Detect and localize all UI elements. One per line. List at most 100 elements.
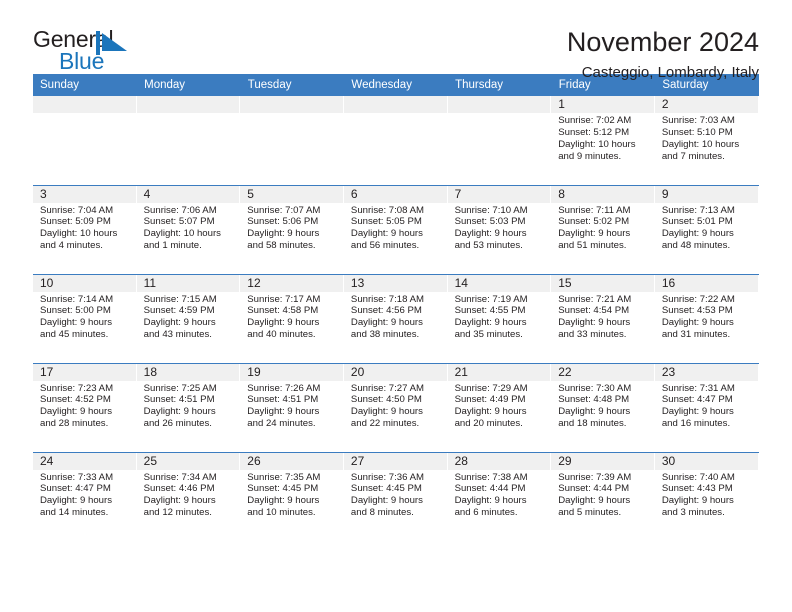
- calendar-day-cell[interactable]: 21 Sunrise: 7:29 AM Sunset: 4:49 PM Dayligh…: [447, 362, 552, 452]
- calendar-day-cell[interactable]: 13 Sunrise: 7:18 AM Sunset: 4:56 PM Dayligh…: [343, 273, 448, 363]
- calendar-day-cell[interactable]: 6 Sunrise: 7:08 AM Sunset: 5:05 PM Daylight…: [343, 184, 448, 274]
- calendar-day-cell[interactable]: 12 Sunrise: 7:17 AM Sunset: 4:58 PM Dayligh…: [240, 273, 344, 363]
- daylight-duration-line1: Daylight: 9 hours: [454, 495, 527, 507]
- calendar-day-cell[interactable]: 18 Sunrise: 7:25 AM Sunset: 4:51 PM Dayligh…: [136, 362, 241, 452]
- calendar-day-cell[interactable]: 19 Sunrise: 7:26 AM Sunset: 4:51 PM Dayligh…: [240, 362, 344, 452]
- daylight-duration-line2: and 7 minutes.: [661, 150, 725, 162]
- sunset-time: Sunset: 4:46 PM: [143, 483, 215, 495]
- day-cell-inner: 26 Sunrise: 7:35 AM Sunset: 4:45 PM Dayligh…: [240, 452, 344, 542]
- calendar-day-cell[interactable]: 1 Sunrise: 7:02 AM Sunset: 5:12 PM Daylight…: [551, 96, 655, 185]
- day-cell-details: Sunrise: 7:15 AM Sunset: 4:59 PM Daylight:…: [137, 292, 241, 342]
- weekday-header-tuesday: Tuesday: [240, 74, 345, 96]
- daylight-duration-line1: Daylight: 10 hours: [143, 228, 221, 240]
- day-cell-details: Sunrise: 7:10 AM Sunset: 5:03 PM Daylight:…: [448, 203, 552, 253]
- sunset-time: Sunset: 4:45 PM: [350, 483, 422, 495]
- sunrise-time: Sunrise: 7:07 AM: [247, 204, 321, 216]
- calendar-day-cell[interactable]: 24 Sunrise: 7:33 AM Sunset: 4:47 PM Dayligh…: [33, 451, 137, 541]
- calendar-day-cell[interactable]: 25 Sunrise: 7:34 AM Sunset: 4:46 PM Dayligh…: [136, 451, 241, 541]
- day-cell-details: Sunrise: 7:35 AM Sunset: 4:45 PM Daylight:…: [240, 470, 344, 520]
- daylight-duration-line2: and 58 minutes.: [247, 240, 316, 252]
- sunset-time: Sunset: 4:52 PM: [40, 394, 111, 406]
- daylight-duration-line2: and 26 minutes.: [143, 418, 212, 430]
- sunset-time: Sunset: 5:01 PM: [661, 216, 733, 228]
- day-cell-inner: 10 Sunrise: 7:14 AM Sunset: 5:00 PM Dayligh…: [33, 274, 137, 363]
- calendar-day-cell[interactable]: 14 Sunrise: 7:19 AM Sunset: 4:55 PM Dayligh…: [447, 273, 552, 363]
- daylight-duration-line2: and 45 minutes.: [40, 329, 109, 341]
- day-cell-details: [137, 113, 241, 115]
- calendar-day-cell-empty: [136, 96, 241, 185]
- weekday-header-sunday: Sunday: [33, 74, 138, 96]
- daylight-duration-line2: and 40 minutes.: [247, 329, 316, 341]
- daylight-duration-line2: and 6 minutes.: [454, 507, 518, 519]
- daylight-duration-line2: and 18 minutes.: [558, 418, 627, 430]
- daylight-duration-line1: Daylight: 9 hours: [143, 317, 216, 329]
- calendar-day-cell[interactable]: 2 Sunrise: 7:03 AM Sunset: 5:10 PM Daylight…: [654, 96, 759, 185]
- calendar-day-cell[interactable]: 15 Sunrise: 7:21 AM Sunset: 4:54 PM Dayligh…: [551, 273, 655, 363]
- day-number: 9: [654, 185, 758, 203]
- calendar-day-cell[interactable]: 26 Sunrise: 7:35 AM Sunset: 4:45 PM Dayligh…: [240, 451, 344, 542]
- page-title: November 2024: [566, 27, 759, 57]
- calendar-day-cell[interactable]: 17 Sunrise: 7:23 AM Sunset: 4:52 PM Dayligh…: [33, 362, 137, 452]
- day-cell-inner: [136, 96, 241, 185]
- calendar-day-cell[interactable]: 22 Sunrise: 7:30 AM Sunset: 4:48 PM Dayligh…: [551, 362, 655, 452]
- day-cell-inner: 16 Sunrise: 7:22 AM Sunset: 4:53 PM Dayligh…: [654, 274, 759, 363]
- day-cell-details: Sunrise: 7:07 AM Sunset: 5:06 PM Daylight:…: [240, 203, 344, 253]
- daylight-duration-line1: Daylight: 9 hours: [558, 317, 631, 329]
- day-number: 20: [343, 363, 447, 381]
- day-cell-details: Sunrise: 7:26 AM Sunset: 4:51 PM Daylight:…: [240, 381, 344, 431]
- calendar-day-cell-empty: [33, 96, 137, 185]
- day-cell-details: Sunrise: 7:04 AM Sunset: 5:09 PM Daylight:…: [33, 203, 137, 253]
- day-number: 8: [551, 185, 654, 203]
- daylight-duration-line2: and 22 minutes.: [350, 418, 420, 430]
- day-cell-details: [344, 113, 448, 115]
- daylight-duration-line1: Daylight: 9 hours: [143, 406, 216, 418]
- day-cell-details: Sunrise: 7:23 AM Sunset: 4:52 PM Daylight:…: [33, 381, 137, 431]
- calendar-day-cell[interactable]: 10 Sunrise: 7:14 AM Sunset: 5:00 PM Dayligh…: [33, 273, 137, 363]
- daylight-duration-line2: and 43 minutes.: [143, 329, 212, 341]
- sunrise-time: Sunrise: 7:30 AM: [558, 382, 632, 394]
- day-cell-details: [240, 113, 344, 115]
- sunrise-time: Sunrise: 7:23 AM: [40, 382, 114, 394]
- calendar-day-cell[interactable]: 30 Sunrise: 7:40 AM Sunset: 4:43 PM Dayligh…: [654, 451, 759, 541]
- calendar-day-cell[interactable]: 7 Sunrise: 7:10 AM Sunset: 5:03 PM Daylight…: [447, 184, 552, 274]
- sunset-time: Sunset: 4:47 PM: [661, 394, 733, 406]
- calendar-day-cell[interactable]: 9 Sunrise: 7:13 AM Sunset: 5:01 PM Daylight…: [654, 184, 759, 274]
- calendar-day-cell[interactable]: 4 Sunrise: 7:06 AM Sunset: 5:07 PM Daylight…: [136, 184, 241, 274]
- day-cell-details: Sunrise: 7:06 AM Sunset: 5:07 PM Daylight:…: [137, 203, 241, 253]
- daylight-duration-line1: Daylight: 9 hours: [40, 495, 112, 507]
- day-cell-details: Sunrise: 7:08 AM Sunset: 5:05 PM Daylight:…: [344, 203, 448, 253]
- sunset-time: Sunset: 4:44 PM: [558, 483, 630, 495]
- calendar-day-cell[interactable]: 3 Sunrise: 7:04 AM Sunset: 5:09 PM Daylight…: [33, 184, 137, 274]
- brand-logo[interactable]: General Blue: [33, 26, 153, 76]
- calendar-day-cell[interactable]: 27 Sunrise: 7:36 AM Sunset: 4:45 PM Dayligh…: [343, 451, 448, 541]
- day-cell-details: Sunrise: 7:03 AM Sunset: 5:10 PM Daylight:…: [655, 113, 759, 163]
- calendar-day-cell[interactable]: 11 Sunrise: 7:15 AM Sunset: 4:59 PM Dayligh…: [136, 273, 241, 363]
- sunset-time: Sunset: 5:10 PM: [661, 126, 733, 138]
- sunset-time: Sunset: 5:03 PM: [454, 216, 526, 228]
- day-cell-inner: [447, 96, 552, 185]
- sunrise-time: Sunrise: 7:10 AM: [454, 204, 528, 216]
- calendar-day-cell[interactable]: 29 Sunrise: 7:39 AM Sunset: 4:44 PM Dayligh…: [551, 451, 655, 541]
- day-number: 10: [33, 274, 136, 292]
- calendar-day-cell[interactable]: 5 Sunrise: 7:07 AM Sunset: 5:06 PM Daylight…: [240, 184, 344, 274]
- sunset-time: Sunset: 4:59 PM: [143, 305, 215, 317]
- daylight-duration-line2: and 9 minutes.: [558, 150, 622, 162]
- day-cell-details: [33, 113, 137, 115]
- sunrise-time: Sunrise: 7:06 AM: [143, 204, 217, 216]
- day-number: [33, 96, 136, 113]
- sunrise-time: Sunrise: 7:33 AM: [40, 471, 114, 483]
- calendar-day-cell[interactable]: 28 Sunrise: 7:38 AM Sunset: 4:44 PM Dayligh…: [447, 451, 552, 541]
- day-cell-details: Sunrise: 7:34 AM Sunset: 4:46 PM Daylight:…: [137, 470, 241, 520]
- sunset-time: Sunset: 4:48 PM: [558, 394, 630, 406]
- sunrise-time: Sunrise: 7:22 AM: [661, 293, 735, 305]
- calendar-day-cell[interactable]: 23 Sunrise: 7:31 AM Sunset: 4:47 PM Dayligh…: [654, 362, 759, 452]
- calendar-day-cell[interactable]: 16 Sunrise: 7:22 AM Sunset: 4:53 PM Dayligh…: [654, 273, 759, 363]
- day-cell-details: Sunrise: 7:30 AM Sunset: 4:48 PM Daylight:…: [551, 381, 655, 431]
- sunrise-time: Sunrise: 7:25 AM: [143, 382, 217, 394]
- calendar-day-cell[interactable]: 8 Sunrise: 7:11 AM Sunset: 5:02 PM Daylight…: [551, 184, 655, 274]
- daylight-duration-line1: Daylight: 9 hours: [454, 317, 527, 329]
- sunset-time: Sunset: 5:02 PM: [558, 216, 630, 228]
- daylight-duration-line1: Daylight: 9 hours: [558, 228, 631, 240]
- day-cell-details: Sunrise: 7:27 AM Sunset: 4:50 PM Daylight:…: [344, 381, 448, 431]
- calendar-day-cell[interactable]: 20 Sunrise: 7:27 AM Sunset: 4:50 PM Dayligh…: [343, 362, 448, 452]
